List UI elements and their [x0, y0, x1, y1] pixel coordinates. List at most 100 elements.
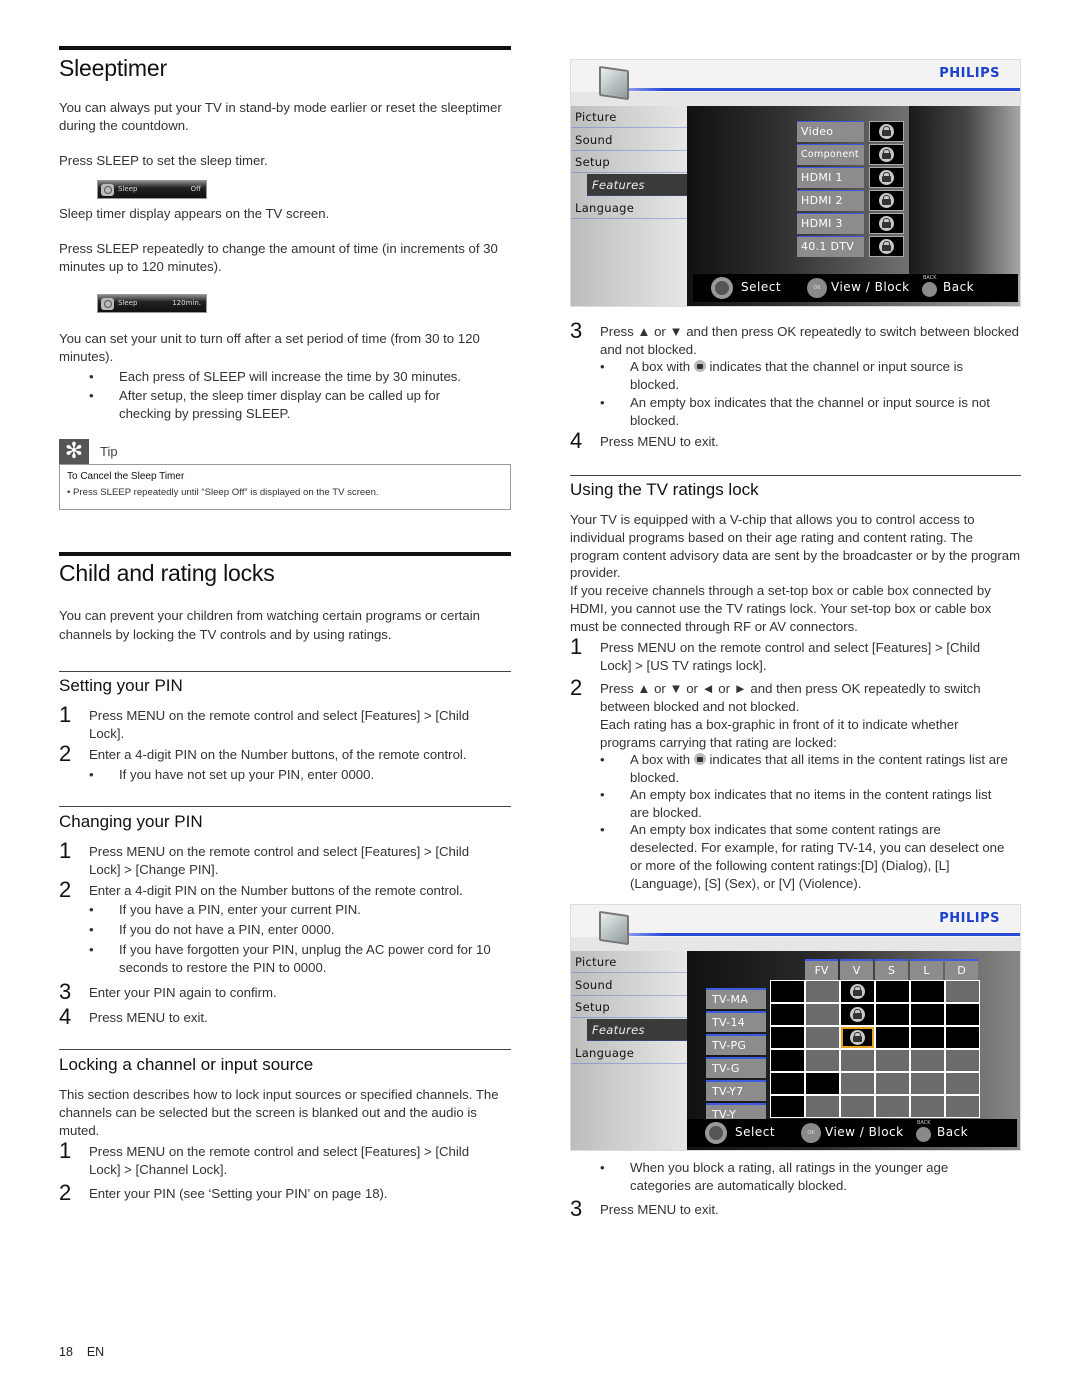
menu-item-language[interactable]: Language: [571, 1042, 687, 1064]
menu-item-features[interactable]: Features: [587, 174, 687, 196]
rating-cell[interactable]: [841, 1027, 874, 1048]
subsection-rule: [570, 475, 1021, 476]
menu-item-sound[interactable]: Sound: [571, 974, 687, 996]
lock-icon: [850, 984, 865, 999]
lock-icon: [879, 216, 894, 231]
rating-row-label[interactable]: TV-14: [706, 1011, 766, 1032]
back-label-small: BACK: [917, 1120, 931, 1126]
step-text: Press MENU to exit.: [600, 1202, 719, 1217]
back-label-small: BACK: [923, 275, 937, 281]
lock-icon: [879, 239, 894, 254]
lock-toggle[interactable]: [869, 236, 904, 257]
rating-row-label[interactable]: TV-MA: [706, 988, 766, 1009]
section-rule: [59, 552, 511, 556]
rating-cell[interactable]: [771, 1004, 804, 1025]
rating-cell[interactable]: [876, 981, 909, 1002]
clock-icon: [101, 298, 114, 310]
rating-cell[interactable]: [911, 1050, 944, 1071]
rating-cell[interactable]: [911, 981, 944, 1002]
tip-text: • Press SLEEP repeatedly until “Sleep Of…: [67, 487, 379, 498]
rating-cell[interactable]: [771, 981, 804, 1002]
menu-item-sound[interactable]: Sound: [571, 129, 687, 151]
step-number: 3: [570, 318, 583, 343]
press-sleep-text: Press SLEEP to set the sleep timer.: [59, 153, 268, 168]
menu-item-features[interactable]: Features: [587, 1019, 687, 1041]
lock-toggle[interactable]: [869, 144, 904, 165]
rating-cell[interactable]: [911, 1027, 944, 1048]
view-block-hint: View / Block: [825, 1125, 904, 1139]
dpad-icon: [705, 1122, 727, 1144]
rating-column-header: L: [910, 959, 943, 981]
ratings-tv-menu: PHILIPS Picture Sound Setup Features Lan…: [570, 904, 1021, 1151]
menu-item-picture[interactable]: Picture: [571, 106, 687, 128]
menu-item-language[interactable]: Language: [571, 197, 687, 219]
step-number: 1: [59, 838, 72, 863]
lock-icon: [850, 1030, 865, 1045]
step-text: Press ▲ or ▼ and then press OK repeatedl…: [600, 324, 1020, 357]
rating-cell[interactable]: [946, 981, 979, 1002]
rating-cell[interactable]: [806, 1004, 839, 1025]
rating-cell[interactable]: [946, 1004, 979, 1025]
lock-toggle[interactable]: [869, 213, 904, 234]
lock-toggle[interactable]: [869, 121, 904, 142]
channel-lock-tv-menu: PHILIPS Picture Sound Setup Features Lan…: [570, 59, 1021, 307]
rating-cell[interactable]: [841, 1073, 874, 1094]
rating-row-label[interactable]: TV-PG: [706, 1034, 766, 1055]
back-hint: Back: [943, 280, 975, 294]
rating-row-label[interactable]: TV-G: [706, 1057, 766, 1078]
rating-cell[interactable]: [841, 1096, 874, 1117]
step-text: Enter a 4-digit PIN on the Number button…: [89, 883, 463, 898]
lock-icon: [879, 193, 894, 208]
rating-cell[interactable]: [911, 1073, 944, 1094]
rating-cell[interactable]: [806, 1073, 839, 1094]
source-item[interactable]: HDMI 2: [797, 190, 864, 211]
rating-cell[interactable]: [946, 1073, 979, 1094]
lock-toggle[interactable]: [869, 167, 904, 188]
rating-cell[interactable]: [911, 1004, 944, 1025]
rating-cell[interactable]: [771, 1027, 804, 1048]
rating-cell[interactable]: [876, 1073, 909, 1094]
lock-toggle[interactable]: [869, 190, 904, 211]
locking-intro: This section describes how to lock input…: [59, 1087, 499, 1138]
changing-pin-heading: Changing your PIN: [59, 812, 203, 831]
osd-label: Sleep: [118, 185, 138, 193]
subsection-rule: [59, 806, 511, 807]
rating-cell[interactable]: [771, 1073, 804, 1094]
rating-cell[interactable]: [876, 1027, 909, 1048]
osd-label: Sleep: [118, 299, 138, 307]
rating-cell[interactable]: [911, 1096, 944, 1117]
rating-cell[interactable]: [841, 1004, 874, 1025]
rating-cell[interactable]: [806, 1027, 839, 1048]
rating-row-label[interactable]: TV-Y7: [706, 1080, 766, 1101]
source-item[interactable]: Component: [797, 144, 864, 165]
rating-cell[interactable]: [771, 1050, 804, 1071]
source-item[interactable]: Video: [797, 121, 864, 142]
ratings-intro: Your TV is equipped with a V-chip that a…: [570, 512, 1021, 581]
rating-cell[interactable]: [841, 1050, 874, 1071]
menu-item-setup[interactable]: Setup: [571, 151, 687, 173]
ratings-intro-2: If you receive channels through a set-to…: [570, 583, 992, 634]
tip-title: To Cancel the Sleep Timer: [67, 471, 185, 482]
page-footer: 18 EN: [59, 1345, 104, 1359]
rating-cell[interactable]: [946, 1096, 979, 1117]
source-item[interactable]: HDMI 1: [797, 167, 864, 188]
rating-cell[interactable]: [841, 981, 874, 1002]
source-item[interactable]: 40.1 DTV: [797, 236, 864, 257]
rating-cell[interactable]: [946, 1050, 979, 1071]
setting-pin-heading: Setting your PIN: [59, 676, 183, 695]
menu-item-setup[interactable]: Setup: [571, 996, 687, 1018]
menu-item-picture[interactable]: Picture: [571, 951, 687, 973]
rating-cell[interactable]: [806, 981, 839, 1002]
rating-cell[interactable]: [946, 1027, 979, 1048]
rating-cell[interactable]: [876, 1050, 909, 1071]
rating-cell[interactable]: [876, 1096, 909, 1117]
rating-cell[interactable]: [806, 1050, 839, 1071]
rating-cell[interactable]: [806, 1096, 839, 1117]
lock-icon: [850, 1007, 865, 1022]
tip-box: To Cancel the Sleep Timer • Press SLEEP …: [59, 464, 511, 510]
lock-icon: [693, 360, 706, 372]
source-item[interactable]: HDMI 3: [797, 213, 864, 234]
set-unit-text: You can set your unit to turn off after …: [59, 331, 480, 364]
rating-cell[interactable]: [771, 1096, 804, 1117]
rating-cell[interactable]: [876, 1004, 909, 1025]
